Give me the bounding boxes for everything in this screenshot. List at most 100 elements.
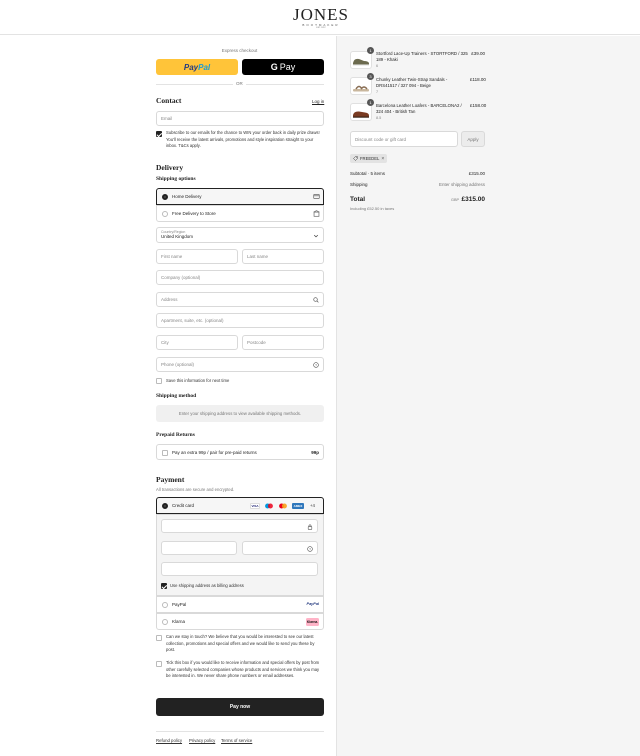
total-label: Total <box>350 196 366 203</box>
pay-now-button[interactable]: Pay now <box>156 698 324 716</box>
item-size: 8.5 <box>376 116 382 120</box>
paypal-label: PayPal <box>172 602 187 607</box>
apartment-placeholder: Apartment, suite, etc. (optional) <box>161 318 224 323</box>
postcode-placeholder: Postcode <box>247 340 266 345</box>
help-icon[interactable]: ? <box>313 362 319 368</box>
name-on-card-field[interactable] <box>161 562 318 576</box>
brand-name: JONES <box>293 5 350 24</box>
privacy-policy-link[interactable]: Privacy policy <box>189 738 215 743</box>
third-party-text: Tick this box if you would like to recei… <box>166 660 320 678</box>
subscribe-checkbox[interactable] <box>156 131 162 137</box>
country-value: United Kingdom <box>161 234 194 239</box>
phone-field[interactable]: Phone (optional) ? <box>156 357 324 372</box>
footer-divider <box>156 731 324 732</box>
brand-tag: EST. 1857 <box>316 27 326 29</box>
search-icon <box>313 297 319 303</box>
card-number-field[interactable] <box>161 519 318 533</box>
lock-icon <box>307 523 313 530</box>
prepaid-returns-checkbox[interactable] <box>162 449 168 456</box>
item-qty-badge: 1 <box>367 99 374 106</box>
svg-text:?: ? <box>315 363 317 367</box>
discount-tag: FREEDEL × <box>350 154 388 163</box>
discount-placeholder: Discount code or gift card <box>355 136 407 142</box>
paypal-word-pal: Pal <box>198 62 211 72</box>
security-code-field[interactable]: ? <box>242 541 318 555</box>
klarna-logo: Klarna. <box>306 617 319 626</box>
address-field[interactable]: Address <box>156 292 324 307</box>
truck-icon <box>313 194 320 199</box>
amex-icon: AMEX <box>292 503 304 509</box>
brand-logo[interactable]: JONES BOOTMAKER EST. 1857 <box>293 6 349 30</box>
contact-heading: Contact <box>156 96 182 105</box>
refund-policy-link[interactable]: Refund policy <box>156 738 182 743</box>
shipping-options-label: Shipping options <box>156 176 196 182</box>
credit-card-radio[interactable] <box>162 503 168 509</box>
item-price: £39.00 <box>471 51 485 56</box>
loafer-image <box>353 111 369 118</box>
company-field[interactable]: Company (optional) <box>156 270 324 285</box>
home-delivery-radio[interactable] <box>162 194 168 200</box>
trainer-image <box>353 58 369 66</box>
prepaid-returns-option[interactable]: Pay an extra 99p / pair for pre-paid ret… <box>156 444 324 460</box>
mastercard-icon <box>279 503 287 509</box>
klarna-label: Klarna <box>172 619 186 624</box>
save-info-label: Save this information for next time <box>166 378 230 383</box>
delivery-heading: Delivery <box>156 163 184 172</box>
google-pay-button[interactable]: G Pay <box>242 59 324 75</box>
store-icon <box>313 210 320 217</box>
item-price: £118.00 <box>470 77 486 82</box>
save-info-checkbox[interactable] <box>156 378 162 384</box>
email-field[interactable]: Email <box>156 111 324 126</box>
maestro-icon <box>265 503 273 509</box>
login-link[interactable]: Log in <box>312 99 324 104</box>
chevron-down-icon <box>313 234 319 238</box>
item-name: Chunky Leather Twin-Strap Sandals - DRS4… <box>376 77 448 89</box>
paypal-radio[interactable] <box>162 602 168 608</box>
cvv-help-icon[interactable]: ? <box>307 545 313 552</box>
klarna-option[interactable]: Klarna Klarna. <box>156 613 324 630</box>
postcode-field[interactable]: Postcode <box>242 335 324 350</box>
paypal-word-pay: Pay <box>183 62 199 72</box>
home-delivery-option[interactable]: Home Delivery <box>156 188 324 205</box>
discount-code-input[interactable]: Discount code or gift card <box>350 131 458 147</box>
tax-note: Including £52.50 in taxes <box>350 206 395 211</box>
expiry-field[interactable] <box>161 541 237 555</box>
stay-in-touch-checkbox[interactable] <box>156 635 162 641</box>
remove-discount-icon[interactable]: × <box>381 156 384 162</box>
country-select[interactable]: Country/Region United Kingdom <box>156 227 324 243</box>
billing-same-checkbox[interactable] <box>161 583 167 589</box>
prepaid-returns-label: Pay an extra 99p / pair for pre-paid ret… <box>172 449 257 455</box>
store-delivery-label: Free Delivery to Store <box>172 211 216 216</box>
shipping-method-heading: Shipping method <box>156 393 197 399</box>
last-name-field[interactable]: Last name <box>242 249 324 264</box>
first-name-placeholder: First name <box>161 254 183 259</box>
shipping-value: Enter shipping address <box>438 182 485 187</box>
svg-text:?: ? <box>309 547 311 551</box>
item-price: £158.00 <box>470 103 487 108</box>
terms-of-service-link[interactable]: Terms of service <box>221 738 252 743</box>
total-value: £315.00 <box>461 196 486 203</box>
store-delivery-radio[interactable] <box>162 211 168 217</box>
subscribe-text: Subscribe to our emails for the chance t… <box>166 130 320 148</box>
apply-discount-button[interactable]: Apply <box>461 131 485 147</box>
item-size: 7 <box>376 90 379 94</box>
item-size: 6 <box>376 64 379 68</box>
item-name: Barcelona Leather Loafers - BARCELONA2 /… <box>376 103 462 115</box>
city-field[interactable]: City <box>156 335 238 350</box>
email-placeholder: Email <box>161 116 173 121</box>
paypal-express-button[interactable]: Pay Pal <box>156 59 238 75</box>
paypal-option[interactable]: PayPal PayPal <box>156 596 324 613</box>
apartment-field[interactable]: Apartment, suite, etc. (optional) <box>156 313 324 328</box>
shipping-label: Shipping <box>350 182 368 187</box>
company-placeholder: Company (optional) <box>161 275 201 280</box>
store-delivery-option[interactable]: Free Delivery to Store <box>156 205 324 222</box>
google-pay-label: Pay <box>279 62 296 72</box>
item-name: Stortford Lace-Up Trainers - STORTFORD /… <box>376 51 468 63</box>
klarna-radio[interactable] <box>162 619 168 625</box>
shipping-method-empty: Enter your shipping address to view avai… <box>156 405 324 422</box>
third-party-checkbox[interactable] <box>156 661 162 667</box>
payment-subtext: All transactions are secure and encrypte… <box>156 487 235 492</box>
more-cards-count: +4 <box>310 503 315 508</box>
prepaid-returns-price: 99p <box>311 449 319 455</box>
first-name-field[interactable]: First name <box>156 249 238 264</box>
